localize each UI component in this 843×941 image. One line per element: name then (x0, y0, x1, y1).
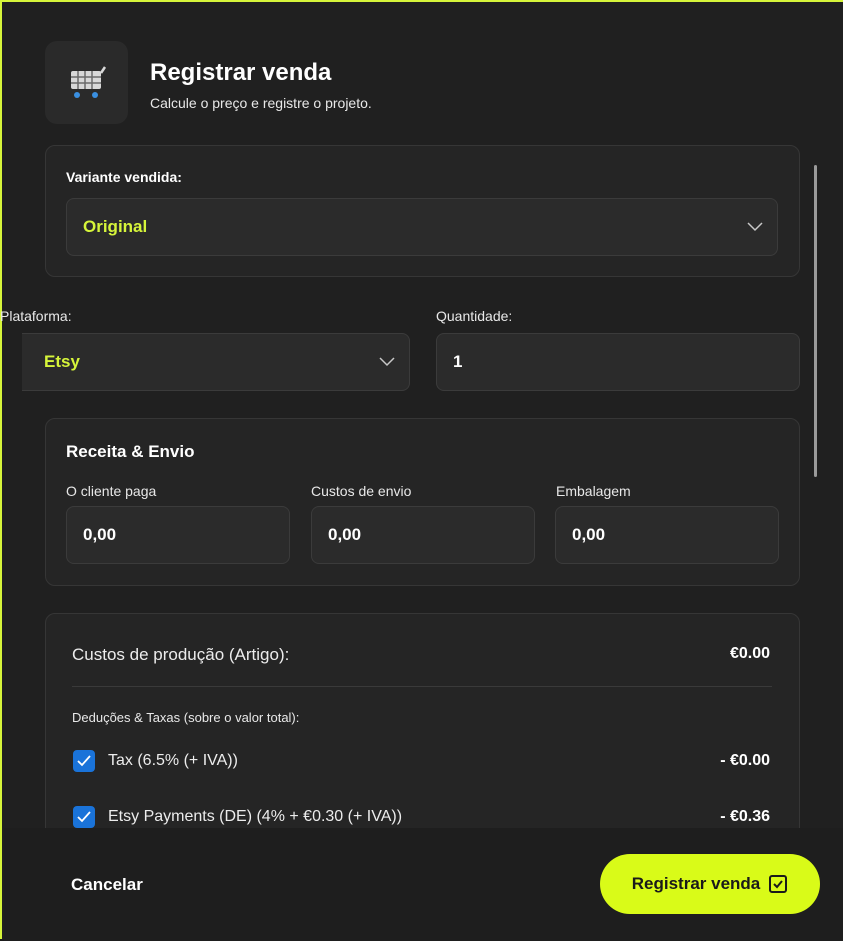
variant-select[interactable]: Original (66, 198, 778, 256)
etsy-payments-value: - €0.36 (720, 808, 770, 825)
scrollbar[interactable] (814, 165, 817, 477)
shopping-cart-icon (45, 41, 128, 124)
register-sale-dialog: Registrar venda Calcule o preço e regist… (0, 0, 843, 941)
platform-value: Etsy (44, 352, 80, 371)
quantity-value: 1 (453, 352, 463, 371)
packaging-value: 0,00 (572, 525, 606, 544)
tax-checkbox[interactable] (73, 750, 95, 772)
register-sale-label: Registrar venda (631, 874, 761, 893)
shipping-cost-input[interactable]: 0,00 (311, 506, 535, 564)
shipping-cost-label: Custos de envio (311, 483, 412, 499)
production-cost-value: €0.00 (729, 645, 770, 662)
etsy-payments-label: Etsy Payments (DE) (4% + €0.30 (+ IVA)) (108, 808, 403, 825)
production-cost-label: Custos de produção (Artigo): (72, 645, 290, 664)
checkbox-check-icon (769, 875, 788, 893)
platform-label: Plataforma: (0, 308, 72, 324)
quantity-input[interactable]: 1 (436, 333, 800, 391)
cancel-button[interactable]: Cancelar (71, 875, 143, 895)
register-sale-button[interactable]: Registrar venda (600, 854, 820, 914)
revenue-title: Receita & Envio (66, 442, 195, 461)
chevron-down-icon (379, 357, 395, 367)
deductions-label: Deduções & Taxas (sobre o valor total): (72, 710, 300, 725)
dialog-title: Registrar venda (150, 59, 332, 86)
shipping-cost-value: 0,00 (328, 525, 362, 544)
tax-value: - €0.00 (720, 752, 770, 769)
check-icon (77, 811, 91, 823)
packaging-label: Embalagem (556, 483, 631, 499)
quantity-label: Quantidade: (436, 308, 513, 324)
customer-pays-input[interactable]: 0,00 (66, 506, 290, 564)
check-icon (77, 755, 91, 767)
etsy-payments-checkbox[interactable] (73, 806, 95, 828)
dialog-subtitle: Calcule o preço e registre o projeto. (150, 95, 372, 111)
customer-pays-value: 0,00 (83, 525, 117, 544)
packaging-input[interactable]: 0,00 (555, 506, 779, 564)
summary-divider (72, 686, 772, 687)
tax-label: Tax (6.5% (+ IVA)) (108, 752, 238, 769)
platform-select[interactable]: Etsy (22, 333, 410, 391)
chevron-down-icon (747, 222, 763, 232)
customer-pays-label: O cliente paga (66, 483, 157, 499)
variant-value: Original (83, 217, 148, 236)
variant-label: Variante vendida: (66, 169, 182, 185)
